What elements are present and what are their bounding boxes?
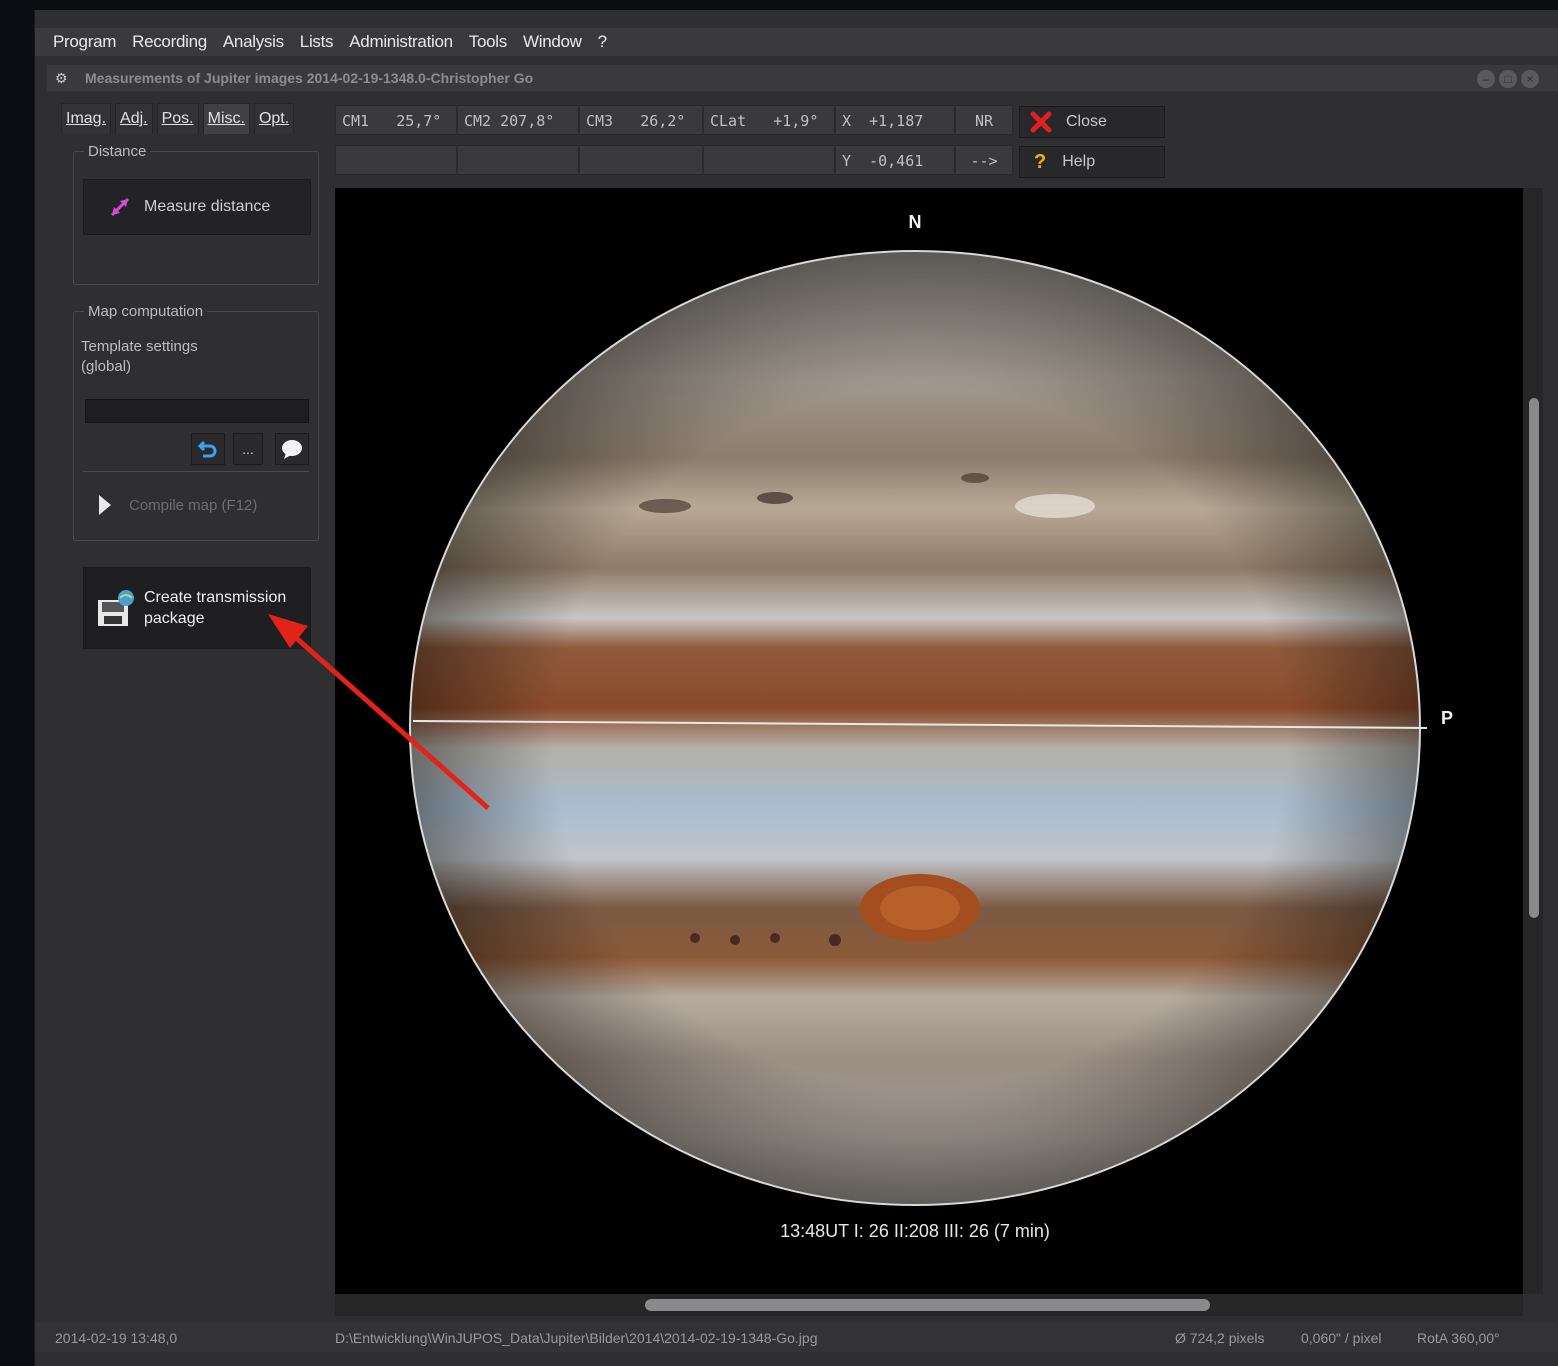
annotation-arrow [268, 614, 490, 810]
